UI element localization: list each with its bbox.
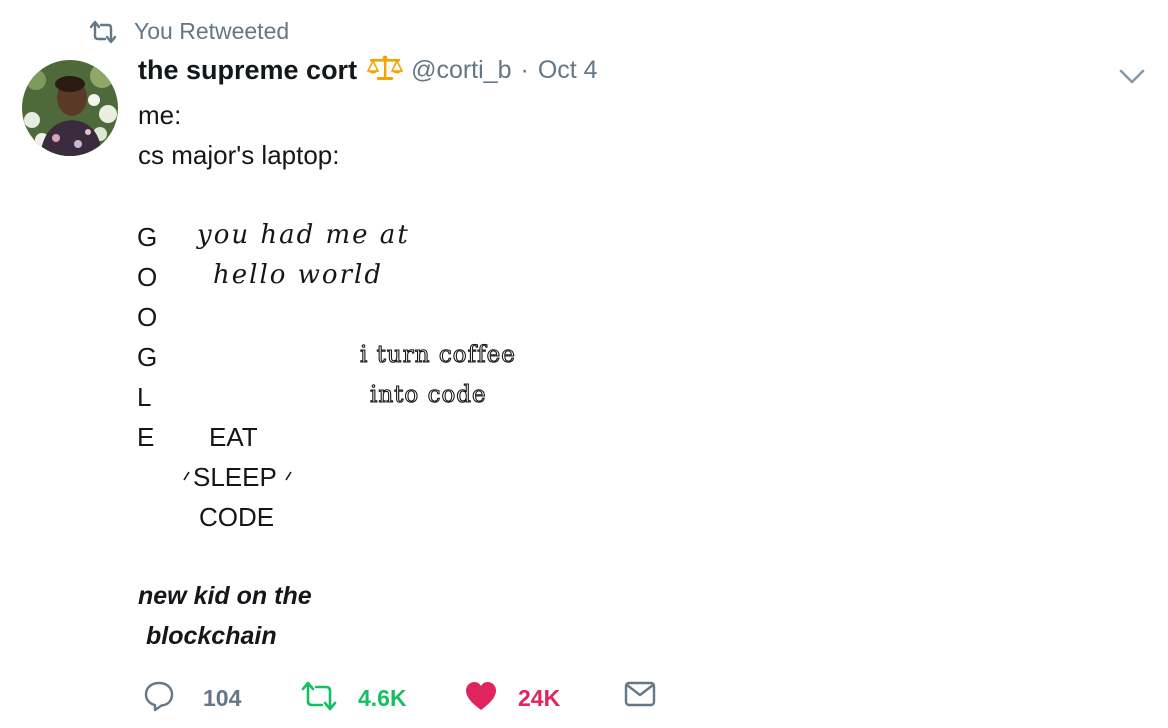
google-letter-l: L <box>137 382 152 412</box>
coffee-text-line-2: into code <box>369 381 487 408</box>
eat-text: EAT <box>209 422 258 452</box>
reply-button[interactable]: 104 <box>143 680 241 717</box>
reply-icon <box>143 680 175 717</box>
retweet-button[interactable]: 4.6K <box>300 680 407 717</box>
direct-message-button[interactable] <box>624 680 656 713</box>
retweet-context: You Retweeted <box>88 18 289 45</box>
retweet-context-label: You Retweeted <box>134 18 290 44</box>
tweet-header: the supreme cort @corti_b · Oct 4 <box>138 54 598 87</box>
blockchain-text-line-2: blockchain <box>146 622 277 650</box>
script-text-line-1: you had me at <box>197 220 410 250</box>
heart-icon <box>464 680 498 717</box>
sleep-text: SLEEP <box>193 462 277 492</box>
tweet-text-line-2: cs major's laptop: <box>138 140 340 170</box>
scales-emoji-icon <box>366 54 404 87</box>
script-text-line-2: hello world <box>213 260 383 290</box>
coffee-text-line-1: i turn coffee <box>359 341 516 368</box>
tweet-text-line-1: me: <box>138 100 182 130</box>
tweet[interactable]: You Retweeted the supreme cort @corti_b … <box>0 0 1168 728</box>
like-count: 24K <box>518 685 561 711</box>
chevron-down-icon[interactable] <box>1118 66 1146 91</box>
code-text: CODE <box>199 502 275 532</box>
tweet-date[interactable]: Oct 4 <box>538 56 598 85</box>
avatar[interactable] <box>22 60 118 156</box>
google-letter-o: O <box>137 302 158 332</box>
google-letter-g: G <box>137 342 158 372</box>
display-name[interactable]: the supreme cort <box>138 55 357 86</box>
like-button[interactable]: 24K <box>464 680 560 717</box>
google-letter-o: O <box>137 262 158 292</box>
envelope-icon <box>624 680 656 713</box>
google-letter-e: E <box>137 422 155 452</box>
separator-dot: · <box>520 56 529 84</box>
retweet-icon <box>88 20 118 44</box>
retweet-icon <box>300 680 338 717</box>
google-letter-g: G <box>137 222 158 252</box>
blockchain-text-line-1: new kid on the <box>138 582 312 610</box>
handle[interactable]: @corti_b <box>411 56 511 85</box>
reply-count: 104 <box>203 685 242 711</box>
retweet-count: 4.6K <box>358 685 407 711</box>
